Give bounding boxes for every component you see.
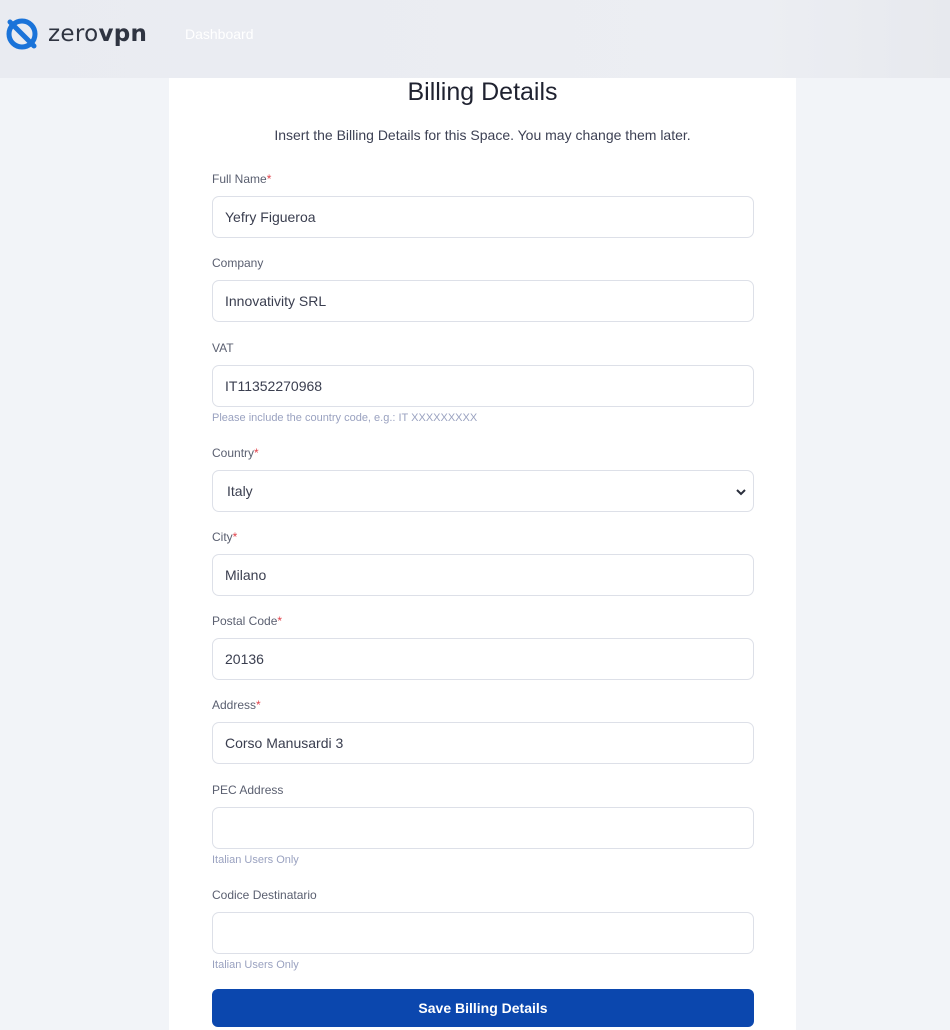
codice-destinatario-input[interactable]: [212, 912, 754, 954]
pec-address-label: PEC Address: [212, 783, 284, 797]
vat-input[interactable]: IT11352270968: [212, 365, 754, 407]
nav-dashboard-link[interactable]: Dashboard: [185, 26, 254, 42]
city-input[interactable]: Milano: [212, 554, 754, 596]
codice-destinatario-label: Codice Destinatario: [212, 888, 317, 902]
page-subtitle: Insert the Billing Details for this Spac…: [274, 127, 691, 143]
full-name-label: Full Name*: [212, 172, 272, 186]
country-select[interactable]: Italy: [212, 470, 754, 512]
city-label: City*: [212, 530, 238, 544]
chevron-down-icon: [735, 485, 747, 497]
company-label: Company: [212, 256, 264, 270]
page-title: Billing Details: [407, 78, 558, 106]
company-input[interactable]: Innovativity SRL: [212, 280, 754, 322]
address-input[interactable]: Corso Manusardi 3: [212, 722, 754, 764]
pec-address-input[interactable]: [212, 807, 754, 849]
save-billing-details-button[interactable]: Save Billing Details: [212, 989, 754, 1027]
vat-help-text: Please include the country code, e.g.: I…: [212, 412, 478, 424]
postal-code-input[interactable]: 20136: [212, 638, 754, 680]
codice-help-text: Italian Users Only: [212, 959, 299, 971]
full-name-input[interactable]: Yefry Figueroa: [212, 196, 754, 238]
pec-help-text: Italian Users Only: [212, 854, 299, 866]
brand-name: zerovpn: [48, 21, 148, 47]
logo[interactable]: zerovpn: [5, 17, 147, 51]
vat-label: VAT: [212, 341, 234, 355]
address-label: Address*: [212, 698, 261, 712]
billing-form-card: Billing Details Insert the Billing Detai…: [169, 78, 796, 1030]
zerovpn-logo-icon: [5, 17, 39, 51]
country-label: Country*: [212, 446, 259, 460]
top-navbar: zerovpn Dashboard: [0, 0, 950, 78]
postal-code-label: Postal Code*: [212, 614, 283, 628]
